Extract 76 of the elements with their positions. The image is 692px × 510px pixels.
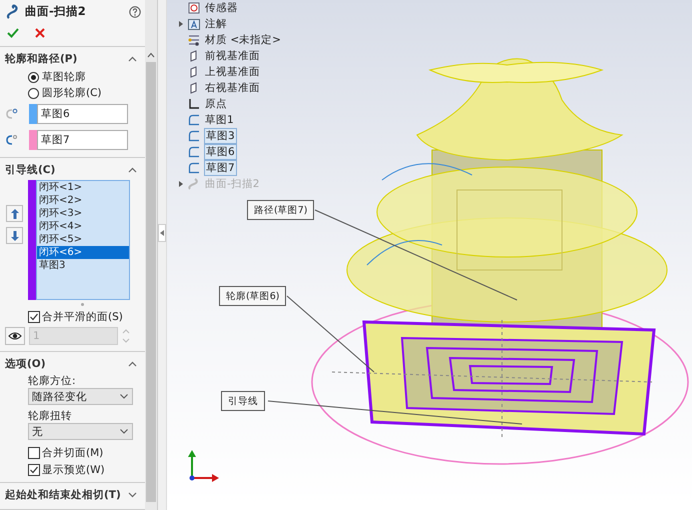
radio-button[interactable] bbox=[28, 72, 39, 82]
tree-item[interactable]: 草图7 bbox=[204, 160, 237, 176]
tree-item[interactable]: 上视基准面 bbox=[204, 65, 261, 79]
up-arrow-icon bbox=[10, 208, 18, 218]
checkbox[interactable] bbox=[28, 464, 40, 476]
selection-field[interactable]: 草图6 bbox=[37, 104, 128, 124]
callout-label: 路径(草图7) bbox=[247, 200, 314, 220]
gauge-icon bbox=[188, 2, 200, 14]
caret-icon bbox=[120, 429, 128, 434]
radio-label: 圆形轮廓(C) bbox=[42, 86, 102, 100]
tree-item[interactable]: 草图3 bbox=[204, 128, 237, 144]
tree-item[interactable]: 传感器 bbox=[204, 1, 239, 15]
checkbox-label: 显示预览(W) bbox=[42, 462, 105, 476]
section-heading[interactable]: 起始处和结束处相切(T) bbox=[5, 488, 121, 502]
section-heading[interactable]: 选项(O) bbox=[5, 357, 46, 371]
tree-item[interactable]: 原点 bbox=[204, 97, 228, 111]
feature-title: 曲面-扫描2 bbox=[25, 4, 87, 19]
list-item[interactable]: 闭环<1> bbox=[37, 181, 129, 194]
list-item[interactable]: 闭环<2> bbox=[37, 194, 129, 207]
resize-grip-icon[interactable] bbox=[81, 302, 84, 306]
checkbox[interactable] bbox=[28, 310, 40, 322]
section-heading[interactable]: 引导线(C) bbox=[5, 163, 56, 177]
cancel-x-icon[interactable] bbox=[35, 28, 45, 38]
origin-icon bbox=[188, 98, 200, 110]
list-item[interactable]: 草图3 bbox=[37, 259, 129, 272]
radio-button[interactable] bbox=[28, 88, 39, 98]
eye-icon bbox=[8, 332, 22, 340]
annotation-icon bbox=[188, 18, 200, 30]
help-icon[interactable] bbox=[129, 6, 141, 18]
chevron-icon[interactable] bbox=[128, 56, 137, 62]
tree-item[interactable]: 草图1 bbox=[204, 113, 235, 127]
checkbox[interactable] bbox=[28, 446, 40, 458]
move-down-button[interactable] bbox=[6, 227, 23, 244]
callout-label: 引导线 bbox=[221, 391, 265, 411]
caret-icon bbox=[120, 394, 128, 399]
selection-field[interactable]: 草图7 bbox=[37, 130, 128, 150]
guide-curves-list[interactable]: 闭环<1> 闭环<2> 闭环<3> 闭环<4> 闭环<5> 闭环<6> 草图3 bbox=[36, 180, 130, 300]
list-item[interactable]: 闭环<4> bbox=[37, 220, 129, 233]
collapse-handle[interactable] bbox=[158, 224, 166, 242]
chevron-icon[interactable] bbox=[128, 167, 137, 173]
list-item[interactable]: 闭环<5> bbox=[37, 233, 129, 246]
down-arrow-icon bbox=[10, 230, 18, 240]
list-item[interactable]: 闭环<3> bbox=[37, 207, 129, 220]
axis-triad-icon bbox=[188, 450, 219, 482]
move-up-button[interactable] bbox=[6, 205, 23, 222]
checkbox-label: 合并切面(M) bbox=[42, 446, 104, 460]
tree-item[interactable]: 材质 <未指定> bbox=[204, 33, 282, 47]
scrollbar[interactable] bbox=[145, 0, 157, 510]
sketch-icon bbox=[188, 162, 200, 174]
ok-check-icon[interactable] bbox=[7, 28, 19, 38]
section-heading[interactable]: 轮廓和路径(P) bbox=[5, 52, 78, 66]
dropdown[interactable]: 无 bbox=[28, 423, 133, 440]
dropdown-label: 轮廓扭转 bbox=[27, 409, 73, 423]
scrollbar-thumb[interactable] bbox=[146, 62, 156, 502]
sketch-icon bbox=[188, 146, 200, 158]
sweep-icon bbox=[6, 4, 20, 20]
radio-label: 草图轮廓 bbox=[42, 70, 86, 84]
chevron-icon[interactable] bbox=[128, 492, 137, 498]
caret-icon bbox=[160, 230, 164, 236]
sweep-icon bbox=[188, 178, 200, 190]
sketch-icon bbox=[188, 130, 200, 142]
checkbox-label: 合并平滑的面(S) bbox=[42, 310, 123, 324]
dropdown[interactable]: 随路径变化 bbox=[28, 388, 133, 405]
sketch-icon bbox=[188, 114, 200, 126]
chevron-icon[interactable] bbox=[128, 361, 137, 367]
tree-item[interactable]: 右视基准面 bbox=[204, 81, 261, 95]
expand-arrow-icon[interactable] bbox=[179, 21, 183, 27]
material-icon bbox=[188, 34, 200, 46]
dropdown-label: 轮廓方位: bbox=[27, 374, 77, 388]
tree-item[interactable]: 注解 bbox=[204, 17, 228, 31]
tree-item[interactable]: 草图6 bbox=[204, 144, 237, 160]
eye-button[interactable] bbox=[5, 327, 25, 345]
tree-item[interactable]: 前视基准面 bbox=[204, 49, 261, 63]
list-item[interactable]: 闭环<6> bbox=[37, 246, 129, 259]
scroll-up-icon[interactable] bbox=[147, 52, 155, 58]
callout-label: 轮廓(草图6) bbox=[219, 286, 286, 306]
